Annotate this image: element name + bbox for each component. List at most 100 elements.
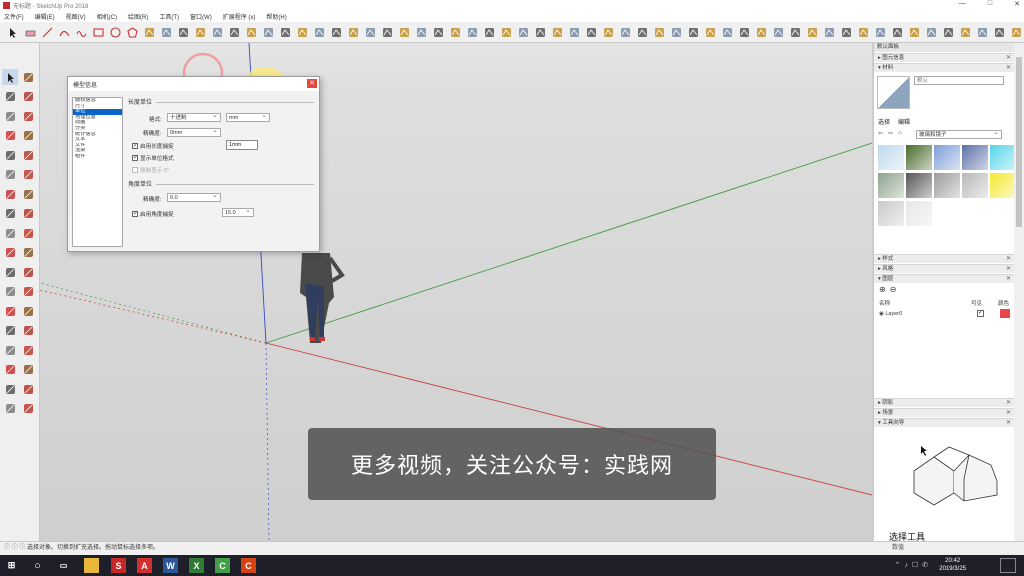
tab-select[interactable]: 选择 — [878, 117, 890, 126]
rectangle-icon[interactable] — [91, 25, 105, 39]
close-icon[interactable]: ✕ — [1006, 64, 1011, 72]
swatch-gray-frosted[interactable] — [934, 173, 960, 198]
follow-me-icon[interactable] — [210, 25, 224, 39]
search-icon[interactable]: ○ — [30, 558, 45, 573]
back-icon[interactable]: ⇦ — [878, 130, 883, 137]
axes-icon[interactable] — [2, 303, 18, 319]
3d-text-icon[interactable] — [329, 25, 343, 39]
right-view-icon[interactable] — [499, 25, 513, 39]
axes-icon[interactable] — [312, 25, 326, 39]
swatch-patterned-glass[interactable] — [878, 173, 904, 198]
layout-icon[interactable] — [907, 25, 921, 39]
orbit-icon[interactable] — [2, 323, 18, 339]
3d-text-icon[interactable] — [20, 303, 36, 319]
polygon-icon[interactable] — [20, 147, 36, 163]
pie-icon[interactable] — [20, 167, 36, 183]
add-layer-icon[interactable]: ⊕ — [879, 285, 886, 294]
swatch-dark-tile[interactable] — [906, 173, 932, 198]
pan-icon[interactable] — [20, 323, 36, 339]
select-icon[interactable] — [6, 25, 20, 39]
scale-icon[interactable] — [2, 245, 18, 261]
close-window-button[interactable]: ✕ — [1014, 0, 1020, 8]
menu-draw[interactable]: 绘图(R) — [128, 12, 148, 21]
category-item[interactable]: 组件 — [73, 154, 122, 160]
shadows-panel[interactable]: ▸ 阴影 ✕ — [874, 398, 1015, 407]
menu-file[interactable]: 文件(F) — [4, 12, 24, 21]
textured-icon[interactable] — [618, 25, 632, 39]
zoom-extents-icon[interactable] — [2, 362, 18, 378]
show-unit-checkbox[interactable]: ✓ 显示单位格式 — [132, 154, 174, 162]
dialog-close-button[interactable]: ✕ — [307, 79, 317, 88]
remove-layer-icon[interactable]: ⊖ — [890, 285, 897, 294]
move-icon[interactable] — [2, 206, 18, 222]
layer-color-swatch[interactable] — [1000, 309, 1010, 318]
taskbar-clock[interactable]: 20:42 2019/3/25 — [939, 557, 966, 573]
arc-icon[interactable] — [2, 167, 18, 183]
dimension-icon[interactable] — [20, 264, 36, 280]
scrollbar-thumb[interactable] — [1016, 57, 1022, 227]
swatch-green-glass[interactable] — [906, 145, 932, 170]
file-explorer-icon[interactable] — [84, 558, 99, 573]
select-icon[interactable] — [2, 69, 18, 85]
hidden-line-icon[interactable] — [584, 25, 598, 39]
angle-snap-checkbox[interactable]: ✓ 启用角度捕捉 — [132, 210, 174, 218]
wireframe-icon[interactable] — [567, 25, 581, 39]
arc-icon[interactable] — [57, 25, 71, 39]
polygon-icon[interactable] — [125, 25, 139, 39]
zoom-window-icon[interactable] — [20, 342, 36, 358]
push-pull-icon[interactable] — [142, 25, 156, 39]
entity-info-panel[interactable]: ▸ 图元信息 ✕ — [874, 53, 1015, 62]
orbit-icon[interactable] — [363, 25, 377, 39]
zoom-icon[interactable] — [2, 342, 18, 358]
materials-panel-header[interactable]: ▾ 材料 ✕ — [874, 63, 1015, 72]
section-fill-icon[interactable] — [686, 25, 700, 39]
offset-icon[interactable] — [20, 245, 36, 261]
menu-help[interactable]: 帮助(H) — [266, 12, 286, 21]
excel-icon[interactable]: X — [189, 558, 204, 573]
format-select[interactable]: 十进制 — [167, 112, 221, 122]
paint-bucket-icon[interactable] — [2, 89, 18, 105]
tab-edit[interactable]: 编辑 — [898, 117, 910, 126]
layer-visible-checkbox[interactable]: ✓ — [977, 310, 984, 317]
circle-icon[interactable] — [2, 147, 18, 163]
three-point-arc-icon[interactable] — [20, 186, 36, 202]
styles-icon[interactable] — [975, 25, 989, 39]
top-view-icon[interactable] — [465, 25, 479, 39]
two-point-arc-icon[interactable] — [2, 186, 18, 202]
active-layer-radio[interactable]: ◉ — [879, 311, 884, 317]
dimension-icon[interactable] — [278, 25, 292, 39]
section-plane-icon[interactable] — [652, 25, 666, 39]
notifications-icon[interactable] — [1000, 558, 1016, 573]
freehand-icon[interactable] — [74, 25, 88, 39]
position-camera-icon[interactable] — [2, 381, 18, 397]
close-icon[interactable]: ✕ — [1006, 275, 1011, 283]
close-icon[interactable]: ✕ — [1006, 419, 1011, 427]
tape-measure-icon[interactable] — [244, 25, 258, 39]
menu-camera[interactable]: 相机(C) — [97, 12, 117, 21]
materials-icon[interactable] — [958, 25, 972, 39]
warehouse-icon[interactable] — [856, 25, 870, 39]
extension-warehouse-icon[interactable] — [890, 25, 904, 39]
stamp-icon[interactable] — [788, 25, 802, 39]
swatch-yellow-glass[interactable] — [990, 173, 1016, 198]
drape-icon[interactable] — [805, 25, 819, 39]
section-cut-icon[interactable] — [669, 25, 683, 39]
sketchup-taskbar-icon[interactable]: S — [111, 558, 126, 573]
previous-icon[interactable] — [20, 362, 36, 378]
unit-select[interactable]: mm — [226, 112, 270, 122]
previous-view-icon[interactable] — [431, 25, 445, 39]
pan-icon[interactable] — [380, 25, 394, 39]
sandbox-icon[interactable] — [754, 25, 768, 39]
make-component-icon[interactable] — [20, 69, 36, 85]
maximize-button[interactable]: □ — [988, 0, 992, 8]
close-icon[interactable]: ✕ — [1006, 54, 1011, 62]
tray-scrollbar[interactable] — [1014, 43, 1024, 541]
protractor-icon[interactable] — [261, 25, 275, 39]
zoom-icon[interactable] — [397, 25, 411, 39]
paint-bucket-icon[interactable] — [346, 25, 360, 39]
swatch-light-gray[interactable] — [906, 201, 932, 226]
text-icon[interactable] — [295, 25, 309, 39]
home-icon[interactable]: ⌂ — [898, 130, 902, 137]
model-info-icon[interactable] — [924, 25, 938, 39]
length-snap-checkbox[interactable]: ✓ 启用长度捕捉 — [132, 142, 174, 150]
